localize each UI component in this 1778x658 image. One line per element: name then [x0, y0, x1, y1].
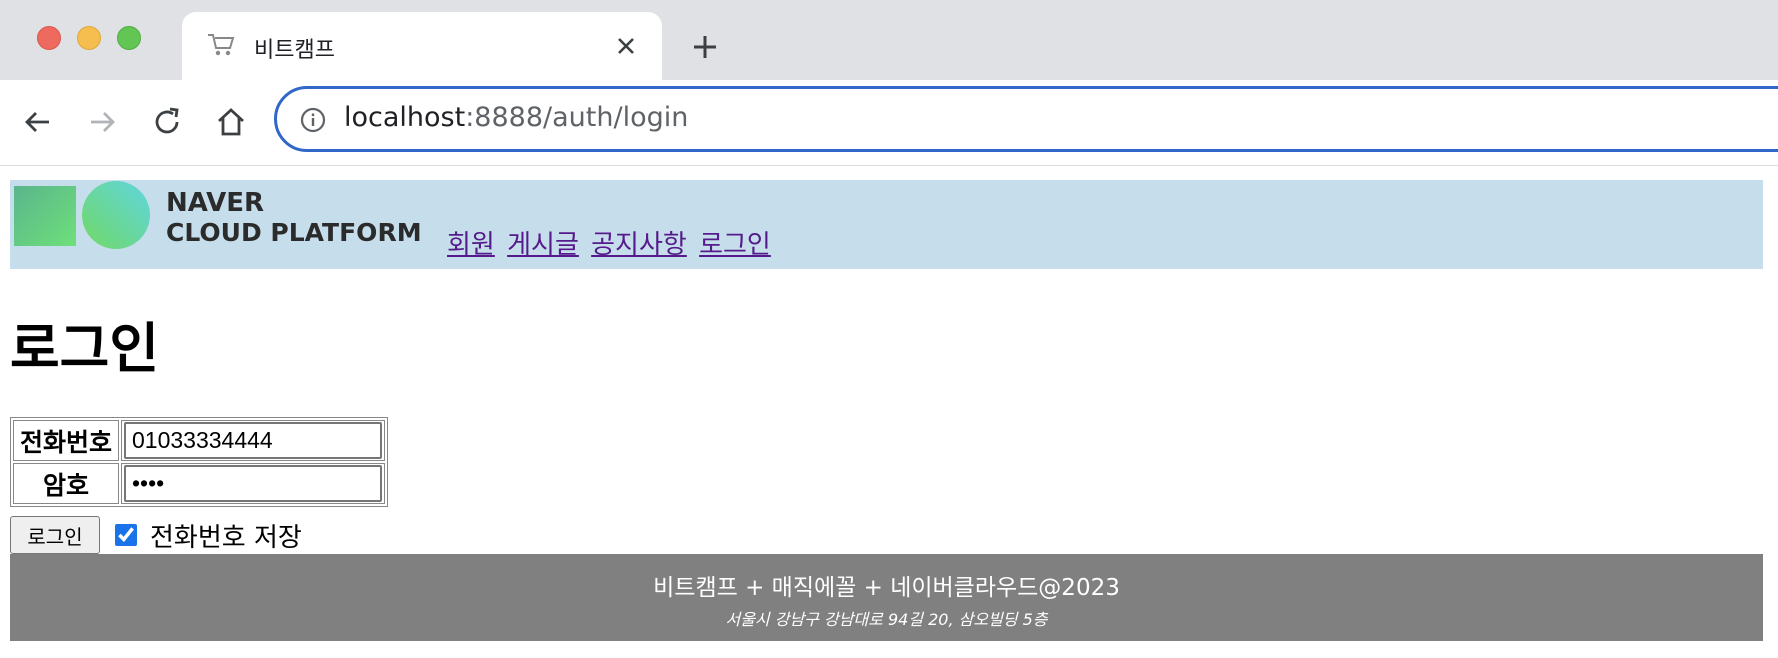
url-host: localhost — [344, 102, 466, 133]
nav-link-login[interactable]: 로그인 — [699, 230, 771, 260]
page-title: 로그인 — [10, 317, 160, 380]
maximize-window-button[interactable] — [117, 26, 141, 50]
page-content: NAVER CLOUD PLATFORM 회원 게시글 공지사항 로그인 로그인… — [10, 180, 1763, 641]
footer-address: 서울시 강남구 강남대로 94길 20, 삼오빌딩 5층 — [725, 610, 1048, 629]
phone-row: 전화번호 — [13, 420, 385, 461]
back-icon[interactable] — [22, 106, 54, 138]
nav-link-members[interactable]: 회원 — [447, 230, 495, 260]
reload-icon[interactable] — [152, 106, 184, 138]
browser-tab-strip: 비트캠프 — [0, 0, 1778, 80]
site-footer: 비트캠프 + 매직에꼴 + 네이버클라우드@2023 서울시 강남구 강남대로 … — [10, 554, 1763, 641]
save-phone-label[interactable]: 전화번호 저장 — [150, 517, 302, 554]
login-button[interactable]: 로그인 — [10, 516, 100, 554]
password-row: 암호 — [13, 463, 385, 504]
browser-toolbar: localhost:8888/auth/login — [0, 80, 1778, 166]
url-path: :8888/auth/login — [465, 102, 689, 133]
new-tab-icon[interactable] — [690, 32, 720, 62]
nav-link-posts[interactable]: 게시글 — [507, 230, 579, 260]
url-text[interactable]: localhost:8888/auth/login — [344, 102, 688, 133]
naver-cloud-platform-logo[interactable]: NAVER CLOUD PLATFORM — [12, 181, 442, 255]
main-nav: 회원 게시글 공지사항 로그인 — [447, 224, 775, 261]
footer-copyright: 비트캠프 + 매직에꼴 + 네이버클라우드@2023 — [653, 575, 1120, 601]
info-icon[interactable] — [299, 106, 327, 134]
address-bar[interactable]: localhost:8888/auth/login — [274, 86, 1778, 152]
phone-input[interactable] — [124, 422, 382, 459]
save-phone-checkbox[interactable] — [115, 524, 137, 546]
password-input[interactable] — [124, 465, 382, 502]
close-window-button[interactable] — [37, 26, 61, 50]
login-form-table: 전화번호 암호 — [10, 417, 388, 507]
password-label: 암호 — [13, 463, 119, 504]
phone-label: 전화번호 — [13, 420, 119, 461]
logo-line1: NAVER — [166, 188, 264, 218]
tab-title: 비트캠프 — [254, 38, 335, 63]
home-icon[interactable] — [215, 106, 247, 138]
nav-link-notices[interactable]: 공지사항 — [591, 230, 687, 260]
forward-icon[interactable] — [86, 106, 118, 138]
browser-tab[interactable]: 비트캠프 — [182, 12, 662, 80]
logo-line2: CLOUD PLATFORM — [166, 218, 422, 247]
cart-icon — [208, 34, 235, 56]
minimize-window-button[interactable] — [77, 26, 101, 50]
site-header: NAVER CLOUD PLATFORM 회원 게시글 공지사항 로그인 — [10, 180, 1763, 269]
close-tab-icon[interactable] — [614, 34, 638, 58]
